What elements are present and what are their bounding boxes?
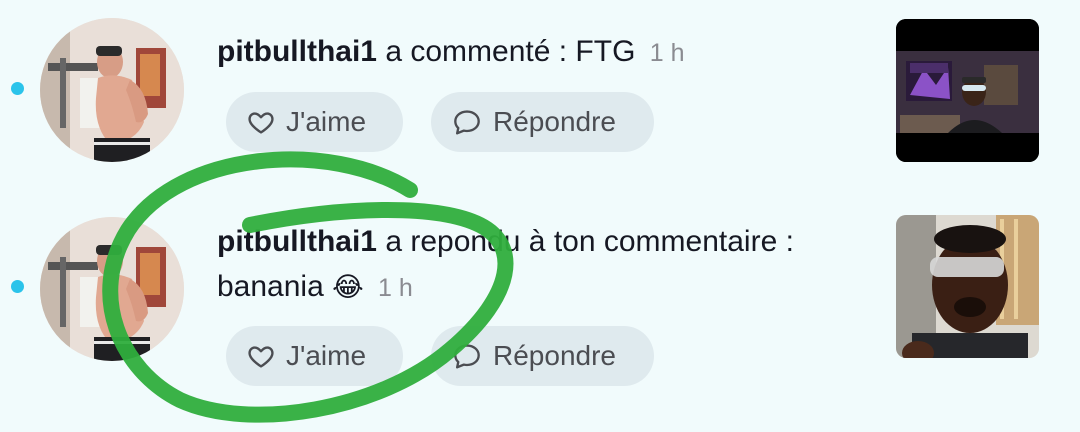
like-label: J'aime	[286, 340, 367, 371]
timestamp: 1 h	[649, 39, 685, 67]
laughing-emoji: 😂	[332, 272, 364, 303]
notification-text: pitbullthai1 a commenté : FTG 1 h	[217, 34, 685, 71]
notification-text: pitbullthai1 a repondu à ton commentaire…	[217, 224, 794, 260]
heart-icon	[248, 346, 274, 368]
timestamp: 1 h	[378, 274, 413, 302]
notifications-list: pitbullthai1 a commenté : FTG 1 h J'aime…	[0, 0, 1080, 432]
reply-label: Répondre	[493, 106, 616, 137]
video-thumbnail[interactable]	[896, 215, 1039, 358]
unread-indicator	[11, 280, 24, 293]
username[interactable]: pitbullthai1	[217, 225, 377, 258]
action-text: a repondu à ton commentaire :	[385, 225, 794, 258]
like-button[interactable]: J'aime	[226, 92, 403, 152]
reply-button[interactable]: Répondre	[431, 326, 654, 386]
avatar[interactable]	[40, 217, 184, 361]
reply-button[interactable]: Répondre	[431, 92, 654, 152]
speech-bubble-icon	[454, 110, 480, 135]
video-thumbnail[interactable]	[896, 19, 1039, 162]
notification-item[interactable]: pitbullthai1 a repondu à ton commentaire…	[0, 200, 1080, 432]
action-text: a commenté : FTG	[385, 35, 636, 68]
heart-icon	[248, 112, 274, 134]
speech-bubble-icon	[454, 344, 480, 369]
comment-text: banania	[217, 270, 324, 303]
reply-label: Répondre	[493, 340, 616, 371]
comment-text-line: banania 😂 1 h	[217, 269, 413, 306]
unread-indicator	[11, 82, 24, 95]
like-label: J'aime	[286, 106, 367, 137]
username[interactable]: pitbullthai1	[217, 35, 377, 68]
avatar[interactable]	[40, 18, 184, 162]
notification-item[interactable]: pitbullthai1 a commenté : FTG 1 h J'aime…	[0, 0, 1080, 200]
like-button[interactable]: J'aime	[226, 326, 403, 386]
